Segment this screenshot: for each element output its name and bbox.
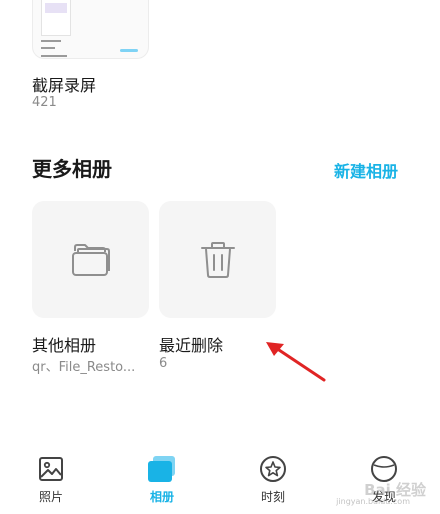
thumbnail-line (41, 55, 67, 57)
album-name-screenshots[interactable]: 截屏录屏 (32, 72, 96, 96)
album-count-screenshots: 421 (32, 95, 57, 110)
section-title-more-albums: 更多相册 (32, 157, 112, 181)
annotation-arrow-icon (266, 342, 326, 382)
trash-icon (200, 241, 235, 278)
albums-icon (147, 454, 177, 484)
screenshot-album-cover[interactable] (32, 0, 149, 59)
thumbnail-line (41, 40, 61, 42)
thumbnail-line (41, 47, 55, 49)
nav-label-photos: 照片 (38, 490, 63, 504)
album-name-recently-deleted[interactable]: 最近删除 (159, 332, 223, 356)
album-detail-other: qr、File_Resto... (32, 360, 136, 375)
album-name-other[interactable]: 其他相册 (32, 332, 96, 356)
star-icon (258, 454, 288, 484)
album-thumbnail (41, 0, 71, 36)
nav-label-moments: 时刻 (260, 490, 285, 504)
album-detail-recently-deleted: 6 (159, 356, 168, 371)
thumbnail-accent (120, 49, 138, 52)
watermark-url: jingyan.baidu.com (336, 497, 410, 506)
image-icon (36, 454, 66, 484)
nav-item-photos[interactable]: 照片 (21, 454, 81, 508)
nav-label-albums: 相册 (149, 490, 174, 504)
nav-item-moments[interactable]: 时刻 (243, 454, 303, 508)
nav-item-albums[interactable]: 相册 (132, 454, 192, 508)
new-album-button[interactable]: 新建相册 (334, 158, 398, 182)
album-card-recently-deleted[interactable] (159, 201, 276, 318)
folder-icon (71, 243, 110, 276)
album-card-other[interactable] (32, 201, 149, 318)
